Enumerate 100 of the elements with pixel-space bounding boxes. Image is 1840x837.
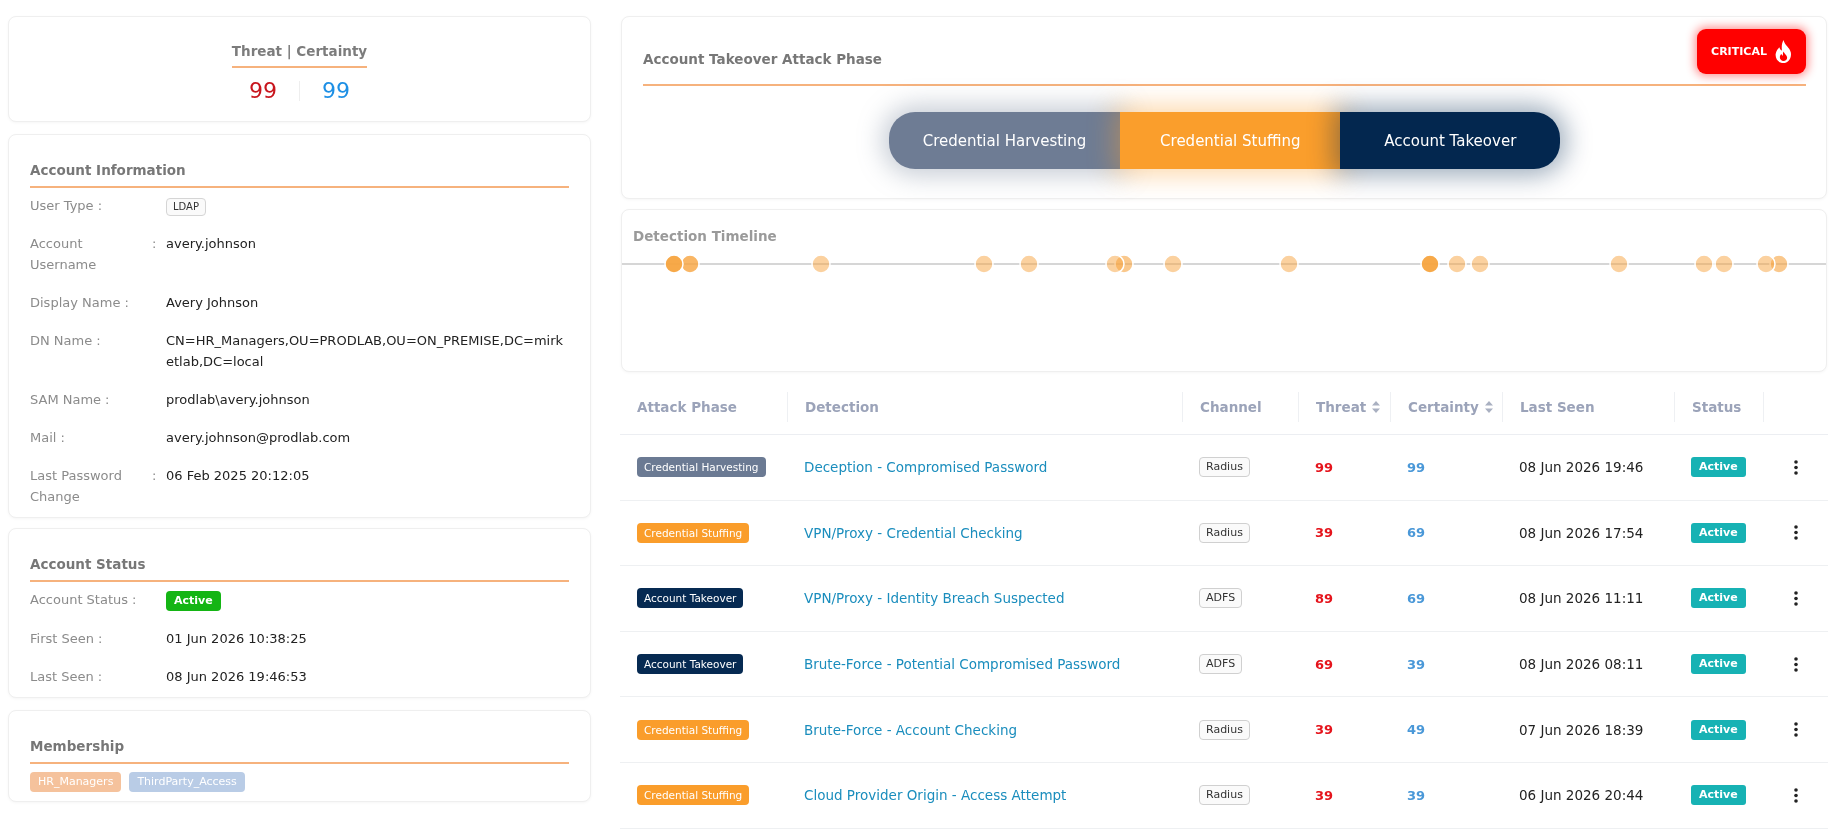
field-colon: :: [98, 629, 103, 648]
column-header: Attack Phase: [637, 399, 737, 415]
timeline-dot: [1163, 254, 1183, 274]
certainty-score: 69: [1407, 525, 1426, 541]
timeline-dot: [1694, 254, 1714, 274]
channel-tag: Radius: [1199, 457, 1250, 478]
threat-score: 39: [1315, 525, 1334, 541]
column-header: Detection: [805, 399, 879, 415]
more-options-icon[interactable]: [1793, 722, 1798, 738]
group-tag: ThirdParty_Access: [129, 771, 245, 792]
field-colon: :: [97, 667, 103, 686]
field-label: Account Username: [30, 235, 98, 274]
section-title: Account Status: [30, 556, 146, 572]
field-colon: :: [132, 591, 137, 609]
channel-tag: Radius: [1199, 719, 1250, 740]
timeline-title: Detection Timeline: [633, 227, 777, 245]
section-title: Account Information: [30, 162, 186, 178]
field-value: 06 Feb 2025 20:12:05: [166, 468, 310, 483]
phase-segment: Credential Stuffing: [1120, 112, 1341, 169]
timeline-dot: [1420, 254, 1440, 274]
status-tag: Active: [1691, 588, 1746, 609]
timeline-dot: [1609, 254, 1629, 274]
last-seen-time: 08 Jun 2026 19:46: [1519, 459, 1644, 476]
field-value: avery.johnson: [166, 236, 256, 251]
status-tag: Active: [1691, 719, 1746, 740]
phase-tag: Account Takeover: [637, 654, 744, 675]
timeline-dot: [1714, 254, 1734, 274]
score-title: Threat | Certainty: [231, 42, 368, 60]
threat-score: 39: [1315, 722, 1334, 738]
panel-title: Account Takeover Attack Phase: [643, 50, 882, 68]
channel-tag: Radius: [1199, 785, 1250, 806]
timeline-dot: [811, 254, 831, 274]
field-value: CN=HR_Managers,OU=PRODLAB,OU=ON_PREMISE,DC=mirketlab,DC=local: [166, 333, 564, 369]
channel-tag: ADFS: [1199, 588, 1243, 609]
column-header: Status: [1692, 399, 1742, 415]
last-seen-time: 08 Jun 2026 17:54: [1519, 524, 1644, 541]
channel-tag: Radius: [1199, 522, 1250, 543]
severity-label: CRITICAL: [1711, 45, 1767, 58]
timeline-dot: [1447, 254, 1467, 274]
column-header: Certainty: [1408, 399, 1479, 415]
more-options-icon[interactable]: [1793, 787, 1798, 803]
certainty-score: 69: [1407, 591, 1426, 606]
field-label: First Seen: [30, 629, 94, 648]
detection-link[interactable]: Brute-Force - Potential Compromised Password: [804, 656, 1121, 673]
detection-link[interactable]: VPN/Proxy - Credential Checking: [804, 524, 1023, 541]
certainty-score: 49: [1407, 722, 1426, 738]
timeline-dot: [1279, 254, 1299, 274]
more-options-icon[interactable]: [1793, 656, 1798, 672]
status-tag: Active: [1691, 457, 1746, 478]
last-seen-time: 07 Jun 2026 18:39: [1519, 721, 1644, 738]
field-value: Avery Johnson: [166, 295, 259, 310]
phase-tag: Credential Stuffing: [637, 785, 750, 806]
field-colon: :: [97, 197, 102, 215]
threat-score: 69: [1315, 656, 1334, 672]
phase-tag: Account Takeover: [637, 588, 744, 609]
field-label: Account Status: [30, 591, 129, 609]
field-label: User Type: [30, 197, 94, 215]
column-header: Last Seen: [1520, 399, 1595, 415]
timeline-dot: [1019, 254, 1039, 274]
status-tag: Active: [1691, 654, 1746, 675]
phase-tag: Credential Stuffing: [637, 522, 750, 543]
field-value: 01 Jun 2026 10:38:25: [166, 630, 307, 646]
phase-tag: Credential Harvesting: [637, 457, 766, 478]
field-label: Last Password Change: [30, 467, 123, 506]
detection-link[interactable]: Brute-Force - Account Checking: [804, 721, 1018, 738]
more-options-icon[interactable]: [1793, 459, 1798, 475]
field-value: 08 Jun 2026 19:46:53: [166, 668, 307, 684]
last-seen-time: 08 Jun 2026 08:11: [1519, 656, 1644, 673]
threat-score: 89: [1315, 591, 1334, 606]
certainty-score: 99: [322, 78, 350, 104]
certainty-score: 99: [1407, 459, 1426, 475]
field-colon: :: [96, 332, 101, 350]
field-label: Display Name: [30, 294, 121, 312]
field-label: DN Name: [30, 332, 93, 350]
last-seen-time: 06 Jun 2026 20:44: [1519, 787, 1644, 804]
threat-score: 99: [1315, 459, 1334, 475]
field-label: Mail: [30, 429, 57, 447]
threat-score: 99: [249, 78, 277, 104]
threat-score: 39: [1315, 787, 1334, 803]
phase-tag: Credential Stuffing: [637, 719, 750, 740]
field-colon: :: [60, 429, 65, 447]
more-options-icon[interactable]: [1793, 591, 1798, 606]
detection-link[interactable]: Deception - Compromised Password: [804, 459, 1048, 476]
status-tag: Active: [1691, 522, 1746, 543]
detection-link[interactable]: Cloud Provider Origin - Access Attempt: [804, 787, 1067, 804]
field-label: Last Seen: [30, 667, 94, 686]
certainty-score: 39: [1407, 656, 1426, 672]
field-colon: :: [124, 294, 129, 312]
field-label: SAM Name: [30, 391, 102, 409]
column-header: Channel: [1200, 399, 1262, 415]
status-tag: Active: [166, 590, 221, 611]
status-tag: Active: [1691, 785, 1746, 806]
field-value: prodlab\avery.johnson: [166, 392, 310, 407]
phase-segment: Credential Harvesting: [888, 112, 1121, 169]
timeline-dot: [974, 254, 994, 274]
timeline-dot: [1105, 254, 1125, 274]
timeline-dot: [664, 254, 684, 274]
group-tag: HR_Managers: [30, 771, 122, 792]
detection-link[interactable]: VPN/Proxy - Identity Breach Suspected: [804, 590, 1065, 607]
more-options-icon[interactable]: [1793, 525, 1798, 541]
